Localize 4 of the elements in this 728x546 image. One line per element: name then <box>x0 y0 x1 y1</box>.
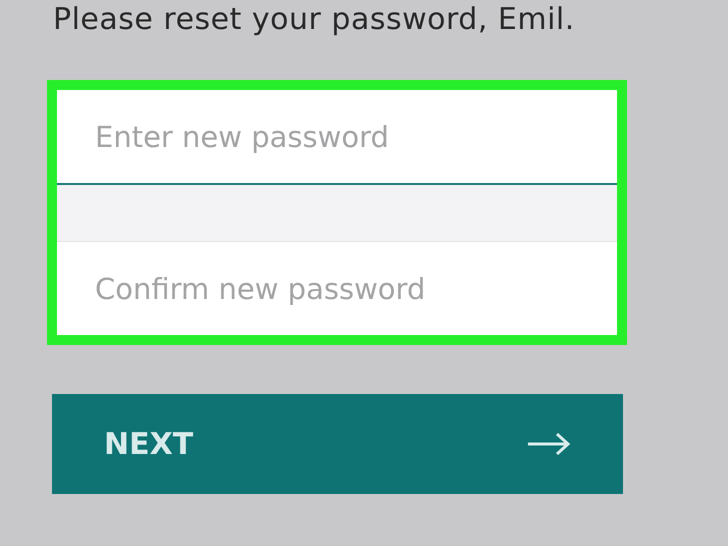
next-button[interactable]: NEXT <box>52 394 623 494</box>
heading: Please reset your password, Emil. <box>53 2 576 38</box>
password-field[interactable]: Enter new password <box>57 90 617 185</box>
arrow-icon <box>527 432 571 456</box>
